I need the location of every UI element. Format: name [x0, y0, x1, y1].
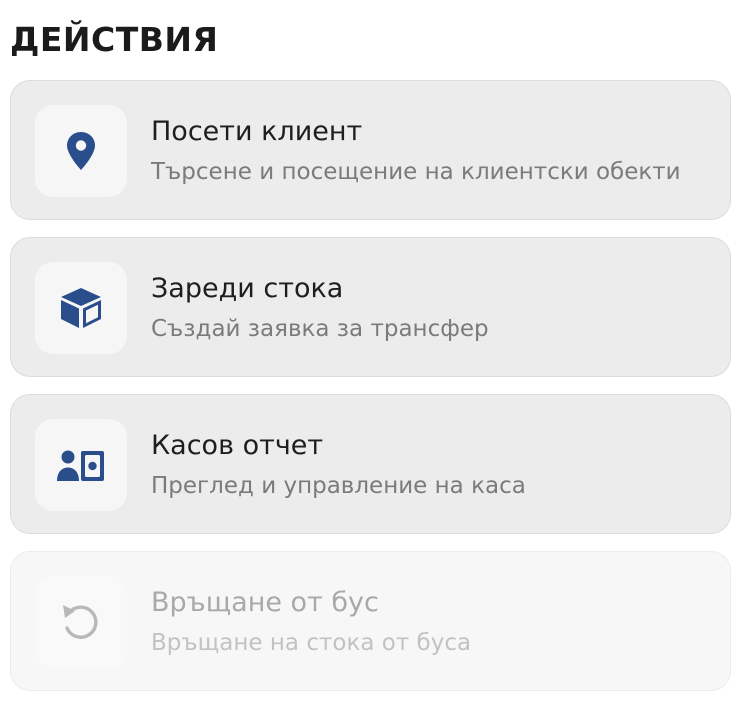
action-title: Връщане от бус	[151, 587, 379, 618]
icon-tile	[35, 419, 127, 511]
action-subtitle: Връщане на стока от буса	[151, 630, 472, 656]
person-cash-icon	[57, 447, 105, 483]
action-subtitle: Преглед и управление на каса	[151, 473, 526, 499]
action-title: Посети клиент	[151, 116, 363, 147]
action-card-visit-client[interactable]: Посети клиент Търсене и посещение на кли…	[10, 80, 731, 220]
section-title: ДЕЙСТВИЯ	[10, 20, 219, 59]
icon-tile	[35, 105, 127, 197]
action-card-load-stock[interactable]: Зареди стока Създай заявка за трансфер	[10, 237, 731, 377]
action-card-return-from-van: Връщане от бус Връщане на стока от буса	[10, 551, 731, 691]
icon-tile	[35, 576, 127, 668]
icon-tile	[35, 262, 127, 354]
action-title: Зареди стока	[151, 273, 344, 304]
action-list: Посети клиент Търсене и посещение на кли…	[10, 80, 731, 708]
action-subtitle: Създай заявка за трансфер	[151, 316, 489, 342]
box-icon	[58, 285, 104, 331]
location-pin-icon	[66, 131, 96, 171]
actions-screen: ДЕЙСТВИЯ Посети клиент Търсене и посещен…	[0, 0, 746, 726]
action-card-cash-report[interactable]: Касов отчет Преглед и управление на каса	[10, 394, 731, 534]
action-subtitle: Търсене и посещение на клиентски обекти	[151, 159, 681, 185]
undo-icon	[60, 601, 102, 643]
action-title: Касов отчет	[151, 430, 324, 461]
